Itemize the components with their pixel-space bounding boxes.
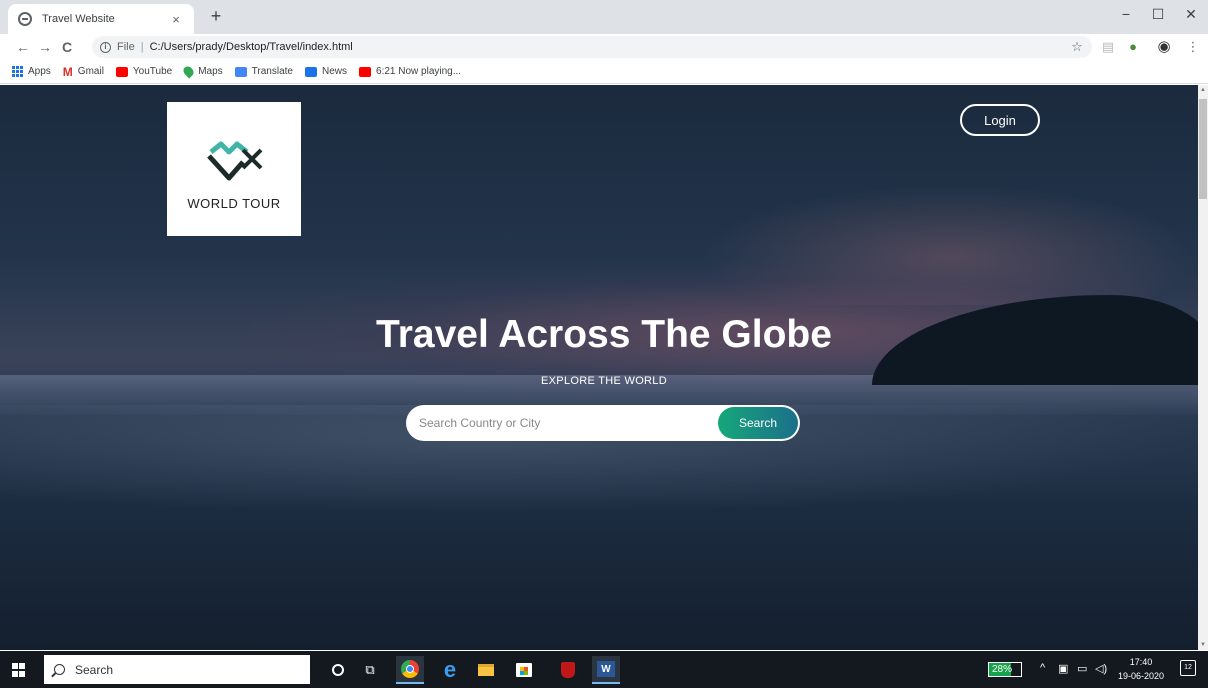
taskbar-search-label: Search <box>75 662 114 677</box>
tab-title: Travel Website <box>42 13 115 25</box>
address-bar[interactable]: i File | C:/Users/prady/Desktop/Travel/i… <box>92 36 1092 58</box>
search-bar: Search <box>406 405 800 441</box>
bookmark-maps[interactable]: Maps <box>181 64 223 79</box>
battery-indicator[interactable]: 28% <box>988 662 1022 677</box>
bookmark-apps[interactable]: Apps <box>12 66 51 77</box>
bookmark-translate[interactable]: Translate <box>234 66 293 77</box>
bookmark-label: Translate <box>251 66 293 77</box>
bookmark-label: YouTube <box>132 66 173 77</box>
volume-icon[interactable]: ◁) <box>1095 662 1107 675</box>
vertical-scrollbar[interactable]: ▲ ▼ <box>1198 85 1208 650</box>
apps-grid-icon <box>12 66 23 77</box>
earth-icon[interactable]: ● <box>1124 39 1142 54</box>
reload-button[interactable]: C <box>56 39 78 55</box>
bookmark-gmail[interactable]: M Gmail <box>63 65 104 79</box>
chevron-up-icon[interactable]: ^ <box>1040 662 1045 674</box>
logo-text: WORLD TOUR <box>187 195 281 211</box>
clock-time: 17:40 <box>1129 657 1153 667</box>
search-icon <box>54 664 65 675</box>
bookmark-label: 6:21 Now playing... <box>376 66 462 77</box>
bookmark-label: Maps <box>198 66 223 77</box>
system-clock[interactable]: 17:40 19-06-2020 <box>1115 655 1167 683</box>
taskbar-search[interactable]: Search <box>44 655 310 684</box>
bookmark-news[interactable]: News <box>305 66 347 77</box>
bookmark-label: Apps <box>28 66 51 77</box>
search-button[interactable]: Search <box>718 407 798 439</box>
windows-taskbar: Search ⧉ e W 28% ^ ▣ ▭ ◁) 17:40 19-06-20… <box>0 651 1208 688</box>
windows-start-icon[interactable] <box>12 663 26 677</box>
edge-icon[interactable]: e <box>436 656 464 684</box>
forward-button[interactable]: → <box>34 39 56 55</box>
minimize-button[interactable]: − <box>1116 6 1136 22</box>
url-text[interactable]: C:/Users/prady/Desktop/Travel/index.html <box>150 41 353 53</box>
task-view-icon[interactable]: ⧉ <box>356 656 384 684</box>
battery-fill: 28% <box>989 663 1013 676</box>
login-button[interactable]: Login <box>960 104 1040 136</box>
heart-plane-logo-icon <box>207 141 263 180</box>
back-button[interactable]: ← <box>12 39 34 55</box>
bookmark-label: News <box>322 66 348 77</box>
youtube-icon <box>115 66 128 77</box>
url-separator: | <box>140 41 144 53</box>
hero-subtitle: EXPLORE THE WORLD <box>541 375 667 387</box>
notification-icon[interactable]: 12 <box>1180 660 1196 676</box>
word-icon[interactable]: W <box>592 656 620 684</box>
extension-icon[interactable]: ▤ <box>1099 39 1117 55</box>
bookmark-label: Gmail <box>77 66 104 77</box>
store-icon[interactable] <box>510 656 538 684</box>
browser-toolbar: ← → C i File | C:/Users/prady/Desktop/Tr… <box>0 34 1208 60</box>
search-input[interactable] <box>406 405 718 441</box>
tab-strip: Travel Website × + − ☐ ✕ <box>0 0 1208 34</box>
profile-icon[interactable]: ◉ <box>1155 37 1173 55</box>
star-icon[interactable]: ☆ <box>1068 39 1086 55</box>
cortana-icon[interactable] <box>324 656 352 684</box>
scroll-thumb[interactable] <box>1199 99 1207 199</box>
translate-icon <box>234 66 247 77</box>
battery-tray-icon[interactable]: ▭ <box>1077 662 1087 675</box>
gmail-icon: M <box>62 64 73 79</box>
news-icon <box>305 66 317 77</box>
clock-date: 19-06-2020 <box>1117 671 1165 681</box>
url-scheme: File <box>117 41 135 53</box>
maximize-button[interactable]: ☐ <box>1148 6 1168 23</box>
scroll-down-icon[interactable]: ▼ <box>1198 640 1208 650</box>
chrome-icon[interactable] <box>396 656 424 684</box>
globe-favicon-icon <box>18 12 32 26</box>
scroll-up-icon[interactable]: ▲ <box>1198 85 1208 95</box>
close-window-button[interactable]: ✕ <box>1181 6 1201 23</box>
youtube-icon <box>359 66 372 77</box>
battery-percent: 28% <box>992 664 1013 675</box>
bookmark-now-playing[interactable]: 6:21 Now playing... <box>359 66 461 77</box>
site-logo[interactable]: WORLD TOUR <box>167 102 301 236</box>
file-explorer-icon[interactable] <box>472 656 500 684</box>
bookmark-youtube[interactable]: YouTube <box>115 66 173 77</box>
maps-icon <box>181 64 196 79</box>
bookmarks-bar: Apps M Gmail YouTube Maps Translate News… <box>0 60 1208 84</box>
network-icon[interactable]: ▣ <box>1058 662 1068 675</box>
menu-icon[interactable]: ⋮ <box>1184 39 1202 55</box>
new-tab-button[interactable]: + <box>204 6 228 27</box>
browser-tab[interactable]: Travel Website × <box>8 4 194 34</box>
info-icon[interactable]: i <box>100 41 111 53</box>
page-viewport: WORLD TOUR Login Travel Across The Globe… <box>0 85 1208 650</box>
mcafee-icon[interactable] <box>554 656 582 684</box>
hero-title: Travel Across The Globe <box>376 313 832 356</box>
tab-close-icon[interactable]: × <box>168 12 184 27</box>
